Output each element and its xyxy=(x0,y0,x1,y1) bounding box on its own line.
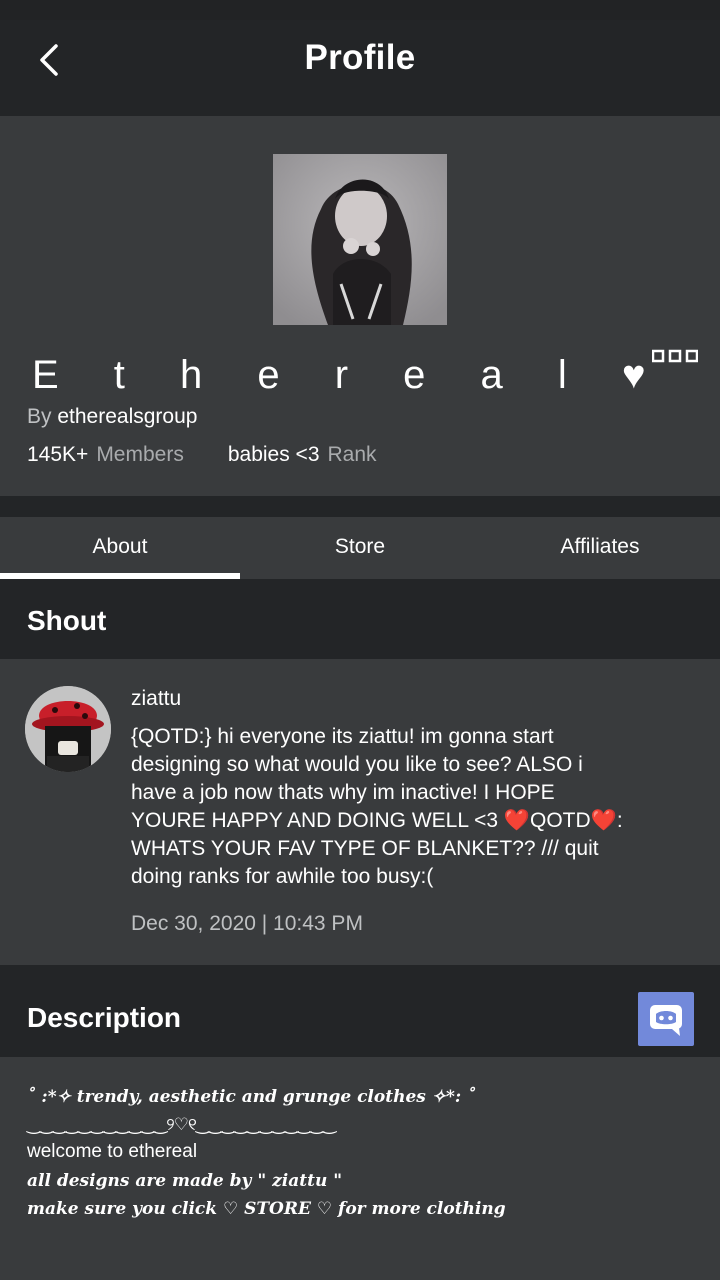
shout-line: {QOTD:} hi everyone its ziattu! im gonna… xyxy=(131,725,554,748)
description-line: ‿‿‿‿‿‿‿‿‿‿‿୨♡୧‿‿‿‿‿‿‿‿‿‿‿ xyxy=(27,1115,336,1134)
owner-line: By etherealsgroup xyxy=(27,405,197,429)
more-dots-icon xyxy=(651,349,699,363)
tab-affiliates[interactable]: Affiliates xyxy=(480,517,720,579)
description-line: ˚ :*✧ trendy, aesthetic and grunge cloth… xyxy=(27,1087,476,1107)
tab-about[interactable]: About xyxy=(0,517,240,579)
shout-message: {QOTD:} hi everyone its ziattu! im gonna… xyxy=(131,723,697,891)
description-panel: ˚ :*✧ trendy, aesthetic and grunge cloth… xyxy=(0,1057,720,1280)
divider xyxy=(0,496,720,517)
page-title: Profile xyxy=(304,38,416,77)
more-options-button[interactable] xyxy=(651,349,699,363)
group-name: E t h e r e a l ♥ xyxy=(32,353,668,397)
discord-icon xyxy=(650,1005,682,1036)
shout-header: Shout xyxy=(0,579,720,659)
description-line: make sure you click ♡ STORE ♡ for more c… xyxy=(27,1199,506,1219)
shout-line: YOURE HAPPY AND DOING WELL <3 ❤️QOTD❤️: xyxy=(131,809,623,832)
owner-link[interactable]: etherealsgroup xyxy=(57,405,197,428)
group-header: E t h e r e a l ♥ By etherealsgroup 145K… xyxy=(0,116,720,496)
members-count: 145K+ xyxy=(27,443,89,466)
avatar[interactable] xyxy=(25,686,111,772)
shout-line: have a job now thats why im inactive! I … xyxy=(131,781,555,804)
description-title: Description xyxy=(27,1002,182,1033)
tab-bar: About Store Affiliates xyxy=(0,517,720,579)
status-bar xyxy=(0,0,720,20)
shout-poster-name[interactable]: ziattu xyxy=(131,687,181,711)
by-label: By xyxy=(27,405,52,428)
description-line: all designs are made by " ziattu " xyxy=(27,1171,343,1191)
shout-title: Shout xyxy=(27,605,107,636)
top-bar: Profile xyxy=(0,20,720,116)
rank-label: Rank xyxy=(327,443,377,466)
group-stats: 145K+ Members babies <3 Rank xyxy=(27,443,377,467)
discord-button[interactable] xyxy=(638,992,694,1046)
rank-value: babies <3 xyxy=(227,443,320,466)
shout-timestamp: Dec 30, 2020 | 10:43 PM xyxy=(131,912,363,935)
shout-line: designing so what would you like to see?… xyxy=(131,753,583,776)
shout-panel: ziattu {QOTD:} hi everyone its ziattu! i… xyxy=(0,659,720,965)
shout-line: WHATS YOUR FAV TYPE OF BLANKET?? /// qui… xyxy=(131,837,599,860)
description-line: welcome to ethereal xyxy=(27,1141,198,1162)
shout-line: doing ranks for awhile too busy:( xyxy=(131,865,434,888)
tab-store[interactable]: Store xyxy=(240,517,480,579)
members-label: Members xyxy=(96,443,184,466)
group-icon-image xyxy=(273,154,447,325)
description-header: Description xyxy=(0,965,720,1057)
